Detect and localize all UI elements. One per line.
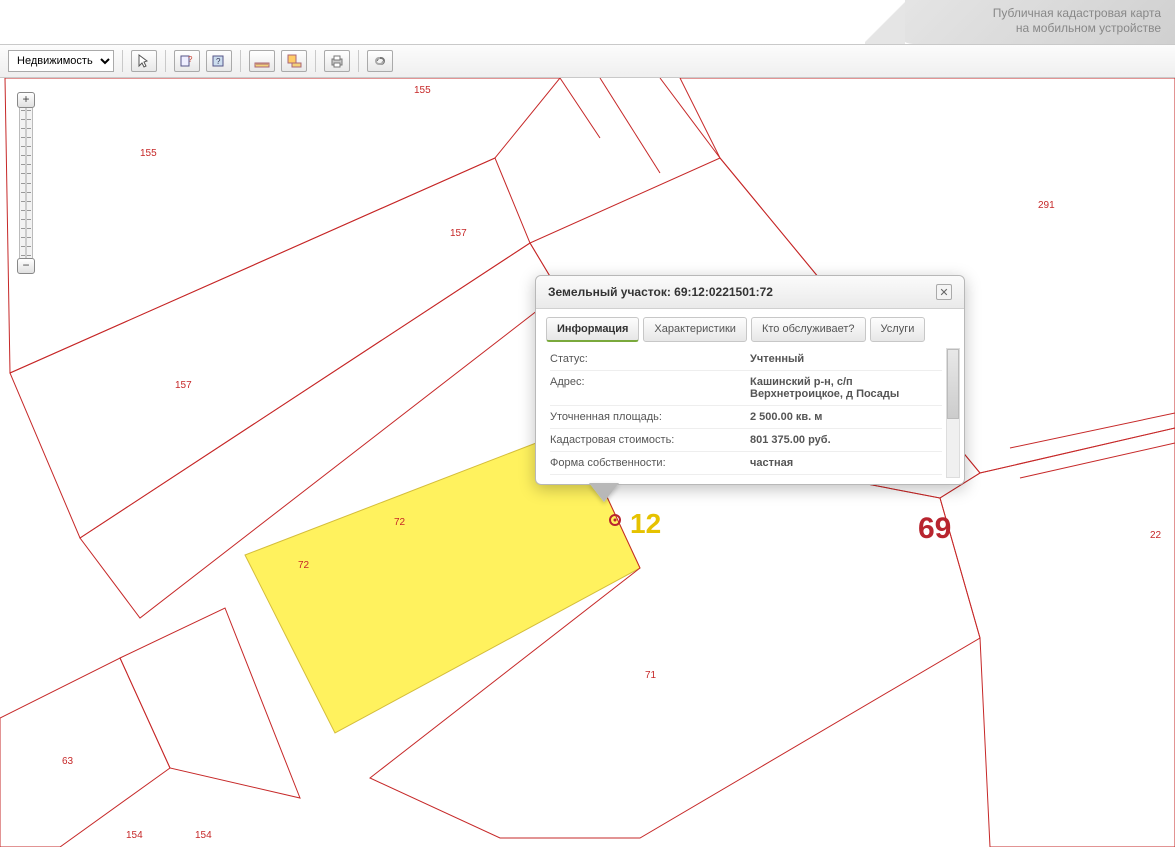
pointer-tool-button[interactable]: [131, 50, 157, 72]
separator: [122, 50, 123, 72]
info-label: Статус:: [550, 353, 750, 365]
query-info-button[interactable]: ?: [206, 50, 232, 72]
info-label: Форма собственности:: [550, 457, 750, 469]
info-value: 801 375.00 руб.: [750, 434, 942, 446]
query-parcel-button[interactable]: ?: [174, 50, 200, 72]
link-button[interactable]: [367, 50, 393, 72]
parcel-label: 157: [175, 380, 192, 391]
info-row-cost: Кадастровая стоимость: 801 375.00 руб.: [550, 429, 942, 452]
zone-label-12: 12: [630, 508, 661, 539]
popup-header: Земельный участок: 69:12:0221501:72 ✕: [536, 276, 964, 309]
separator: [315, 50, 316, 72]
svg-text:?: ?: [216, 57, 221, 66]
popup-arrow: [590, 484, 618, 502]
zone-label-69: 69: [918, 512, 951, 545]
info-row-ownership: Форма собственности: частная: [550, 452, 942, 475]
info-label: Уточненная площадь:: [550, 411, 750, 423]
parcel-label: 63: [62, 756, 74, 767]
parcel-label: 291: [1038, 200, 1055, 211]
print-button[interactable]: [324, 50, 350, 72]
separator: [165, 50, 166, 72]
parcel-label: 155: [414, 85, 431, 96]
zoom-in-button[interactable]: +: [17, 92, 35, 108]
parcel-label: 157: [450, 228, 467, 239]
popup-body: Статус: Учтенный Адрес: Кашинский р-н, с…: [536, 342, 964, 484]
info-value: частная: [750, 457, 942, 469]
zoom-slider[interactable]: [19, 108, 33, 258]
header-line1: Публичная кадастровая карта: [909, 6, 1161, 21]
parcel-label: 154: [126, 830, 143, 841]
selection-marker-dot: [614, 519, 617, 522]
info-row-area: Уточненная площадь: 2 500.00 кв. м: [550, 406, 942, 429]
parcel-info-popup: Земельный участок: 69:12:0221501:72 ✕ Ин…: [535, 275, 965, 485]
parcel-label: 154: [195, 830, 212, 841]
info-value: 2 500.00 кв. м: [750, 411, 942, 423]
parcel-label: 72: [394, 517, 406, 528]
zoom-out-button[interactable]: −: [17, 258, 35, 274]
parcel-label: 72: [298, 560, 310, 571]
layer-select[interactable]: Недвижимость: [8, 50, 114, 72]
toolbar: Недвижимость ? ?: [0, 44, 1175, 78]
info-label: Кадастровая стоимость:: [550, 434, 750, 446]
measure-area-button[interactable]: [281, 50, 307, 72]
separator: [358, 50, 359, 72]
popup-close-button[interactable]: ✕: [936, 284, 952, 300]
parcel-label: 22: [1150, 530, 1162, 541]
header-banner[interactable]: Публичная кадастровая карта на мобильном…: [895, 0, 1175, 44]
info-label: Адрес:: [550, 376, 750, 400]
popup-scrollbar[interactable]: [946, 348, 960, 478]
parcel-label: 71: [645, 670, 657, 681]
info-row-status: Статус: Учтенный: [550, 348, 942, 371]
info-row-date: Дата постановки на учет: 24.02.2010: [550, 475, 942, 478]
parcel-label: 155: [140, 148, 157, 159]
tab-service[interactable]: Кто обслуживает?: [751, 317, 866, 342]
separator: [240, 50, 241, 72]
header-line2: на мобильном устройстве: [909, 21, 1161, 36]
info-value: Кашинский р-н, с/п Верхнетроицкое, д Пос…: [750, 376, 942, 400]
zoom-control: + −: [16, 92, 36, 274]
scrollbar-thumb[interactable]: [947, 349, 959, 419]
svg-text:?: ?: [188, 55, 193, 64]
info-value: Учтенный: [750, 353, 942, 365]
popup-tabs: Информация Характеристики Кто обслуживае…: [536, 309, 964, 342]
tab-services[interactable]: Услуги: [870, 317, 926, 342]
measure-distance-button[interactable]: [249, 50, 275, 72]
tab-info[interactable]: Информация: [546, 317, 639, 342]
info-row-address: Адрес: Кашинский р-н, с/п Верхнетроицкое…: [550, 371, 942, 406]
tab-specs[interactable]: Характеристики: [643, 317, 747, 342]
popup-title: Земельный участок: 69:12:0221501:72: [548, 285, 773, 299]
